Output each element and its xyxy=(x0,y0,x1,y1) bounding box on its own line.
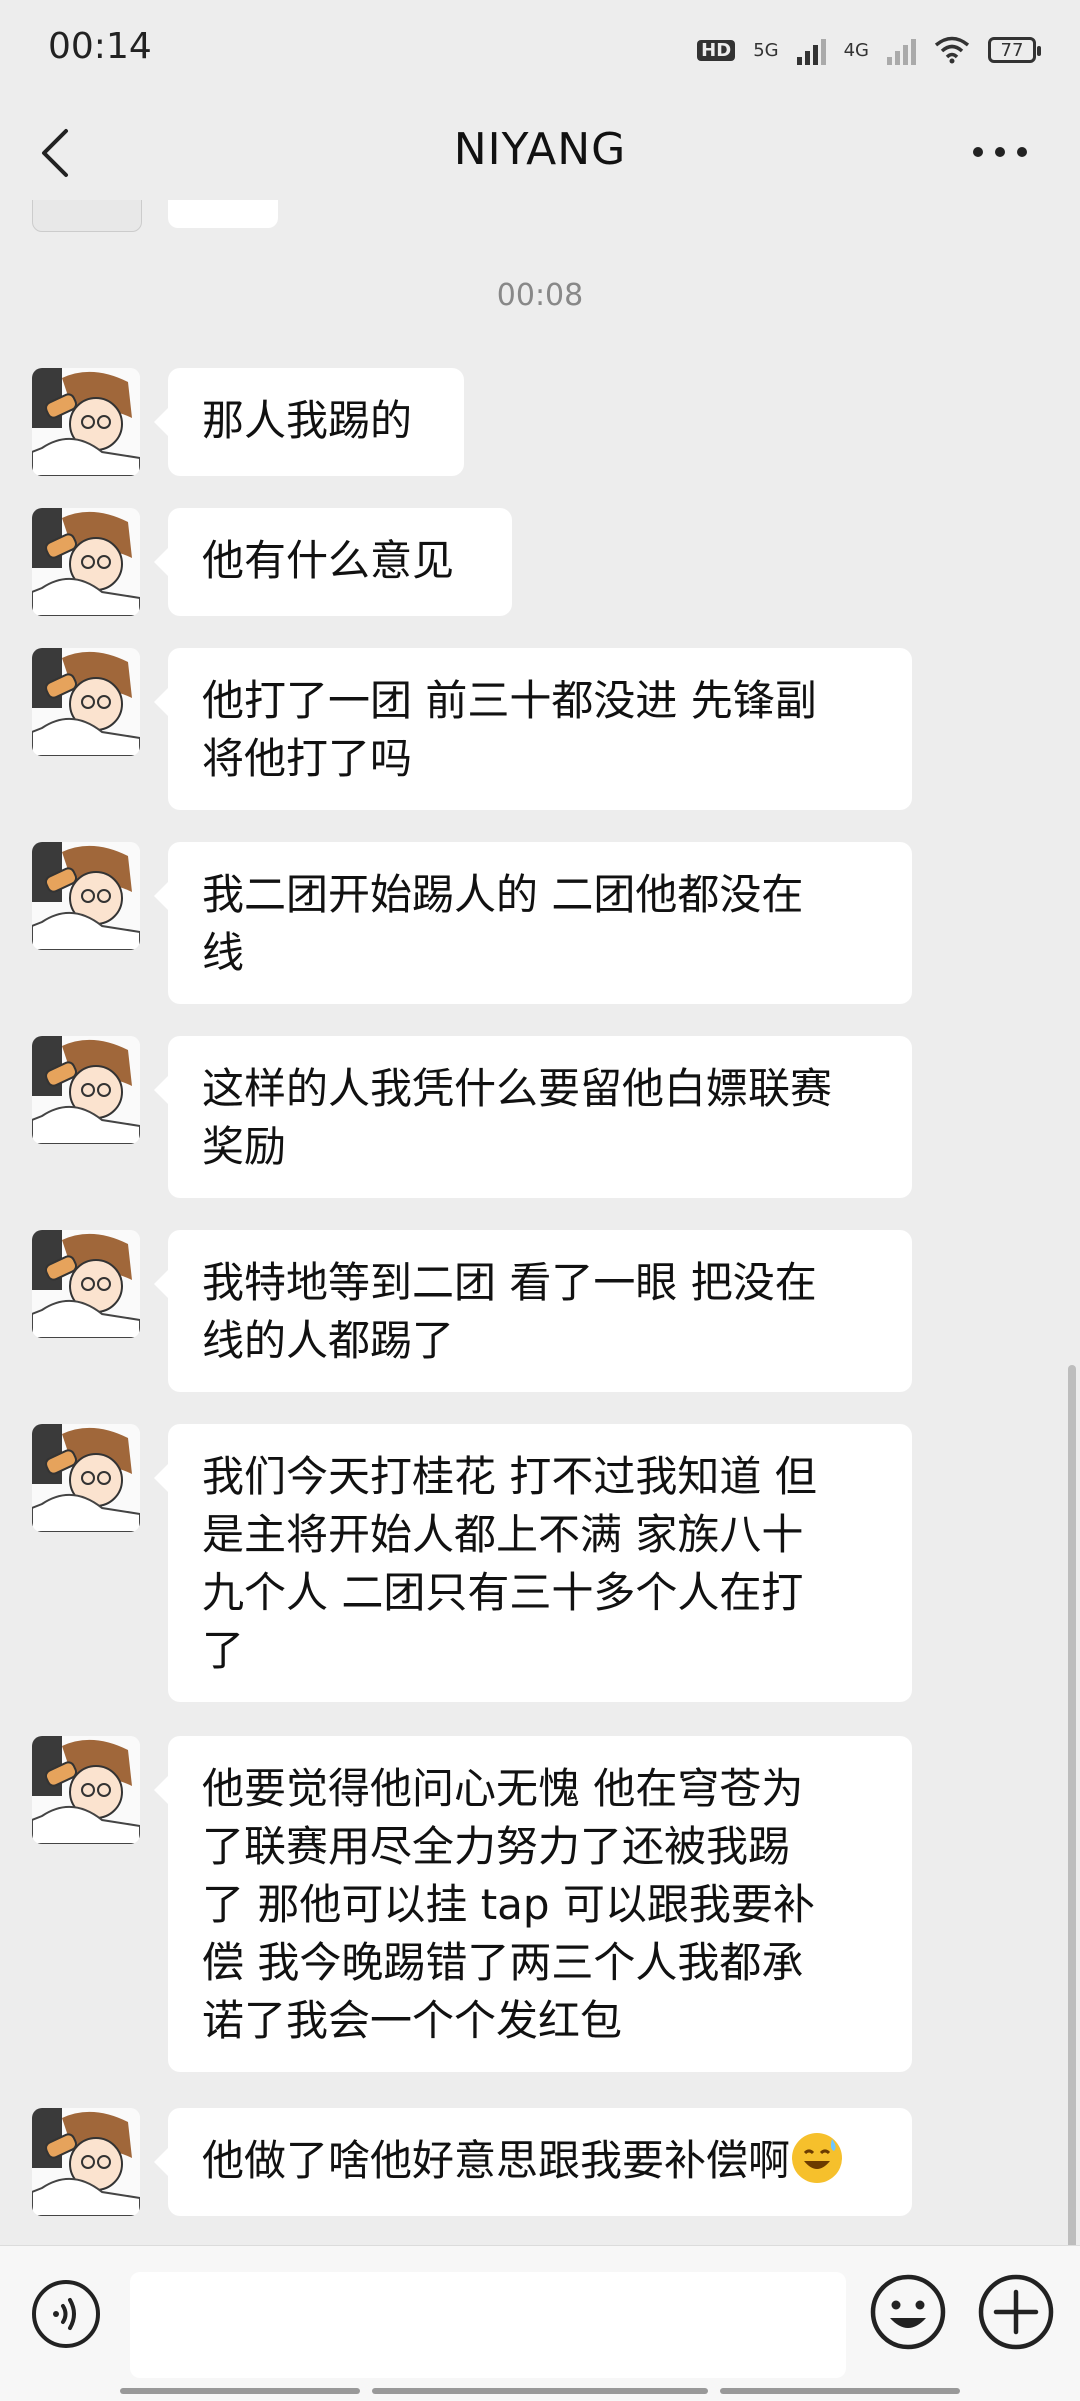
avatar-image xyxy=(32,508,140,616)
gesture-bar-right xyxy=(720,2388,960,2394)
avatar-image xyxy=(32,842,140,950)
message-bubble[interactable]: 那人我踢的 xyxy=(154,368,464,476)
message-text: 他打了一团 前三十都没进 先锋副 将他打了吗 xyxy=(202,676,817,783)
contact-avatar[interactable] xyxy=(32,508,140,616)
more-dots-icon xyxy=(973,147,1027,157)
message-bubble[interactable]: 这样的人我凭什么要留他白嫖联赛 奖励 xyxy=(154,1036,912,1198)
status-bar: 00:14 HD 5G 4G 77 xyxy=(0,0,1080,100)
avatar-image xyxy=(32,1736,140,1844)
message-bubble[interactable]: 我们今天打桂花 打不过我知道 但 是主将开始人都上不满 家族八十 九个人 二团只… xyxy=(154,1424,912,1702)
avatar-image xyxy=(32,1230,140,1338)
avatar-image xyxy=(32,368,140,476)
message-text: 我特地等到二团 看了一眼 把没在 线的人都踢了 xyxy=(202,1258,817,1365)
avatar-image xyxy=(32,1036,140,1144)
input-bar xyxy=(0,2245,1080,2401)
message-text: 他做了啥他好意思跟我要补偿啊 xyxy=(202,2136,791,2185)
message-text: 他有什么意见 xyxy=(202,536,455,585)
message-bubble[interactable]: 我二团开始踢人的 二团他都没在 线 xyxy=(154,842,912,1004)
chat-scrollbar[interactable] xyxy=(1068,1365,1076,2245)
plus-button[interactable] xyxy=(976,2272,1056,2352)
voice-button[interactable] xyxy=(30,2278,102,2350)
avatar-image xyxy=(32,2108,140,2216)
message-bubble[interactable]: 他要觉得他问心无愧 他在穹苍为 了联赛用尽全力努力了还被我踢 了 那他可以挂 t… xyxy=(154,1736,912,2072)
signal-icon xyxy=(796,35,826,65)
message-text: 他要觉得他问心无愧 他在穹苍为 了联赛用尽全力努力了还被我踢 了 那他可以挂 t… xyxy=(202,1764,815,2045)
contact-avatar[interactable] xyxy=(32,368,140,476)
message-bubble[interactable]: 他有什么意见 xyxy=(154,508,512,616)
contact-avatar[interactable] xyxy=(32,1036,140,1144)
message-text: 我们今天打桂花 打不过我知道 但 是主将开始人都上不满 家族八十 九个人 二团只… xyxy=(202,1452,817,1675)
chat-header: NIYANG xyxy=(0,100,1080,200)
gesture-bar-left xyxy=(120,2388,360,2394)
message-text: 那人我踢的 xyxy=(202,396,413,445)
chat-area[interactable]: 00:08 那人我踢的 他有什么意见 他打了一团 前三十都没进 先锋副 将他打了吗我… xyxy=(0,200,1080,2245)
message-text: 我二团开始踢人的 二团他都没在 线 xyxy=(202,870,804,977)
status-icons: HD 5G 4G 77 xyxy=(697,30,1041,70)
chat-timestamp: 00:08 xyxy=(496,278,584,313)
contact-avatar[interactable] xyxy=(32,648,140,756)
message-bubble[interactable]: 我特地等到二团 看了一眼 把没在 线的人都踢了 xyxy=(154,1230,912,1392)
message-bubble[interactable]: 他做了啥他好意思跟我要补偿啊 xyxy=(154,2108,912,2216)
chat-title: NIYANG xyxy=(453,124,627,175)
avatar-image xyxy=(32,648,140,756)
voice-icon xyxy=(32,2280,100,2348)
emoji-button[interactable] xyxy=(868,2272,948,2352)
network-4g-label: 4G xyxy=(843,39,869,61)
hd-indicator: HD xyxy=(697,39,736,61)
network-5g-label: 5G xyxy=(753,39,779,61)
message-bubble[interactable]: 他打了一团 前三十都没进 先锋副 将他打了吗 xyxy=(154,648,912,810)
contact-avatar[interactable] xyxy=(32,1424,140,1532)
contact-avatar[interactable] xyxy=(32,2108,140,2216)
plus-icon xyxy=(978,2274,1054,2350)
avatar-image xyxy=(32,1424,140,1532)
partial-message-bubble xyxy=(168,200,278,228)
contact-avatar[interactable] xyxy=(32,1736,140,1844)
wifi-icon xyxy=(934,36,970,64)
message-text: 这样的人我凭什么要留他白嫖联赛 奖励 xyxy=(202,1064,833,1171)
status-time: 00:14 xyxy=(48,26,152,67)
contact-avatar[interactable] xyxy=(32,842,140,950)
partial-avatar xyxy=(32,200,142,232)
gesture-bar-middle xyxy=(372,2388,708,2394)
message-input[interactable] xyxy=(130,2272,846,2378)
emoji-icon xyxy=(870,2274,946,2350)
sweat-smile-emoji-icon xyxy=(792,2133,843,2183)
contact-avatar[interactable] xyxy=(32,1230,140,1338)
more-options-button[interactable] xyxy=(960,122,1040,182)
battery-icon: 77 xyxy=(988,37,1041,63)
signal-icon-2 xyxy=(887,35,916,65)
